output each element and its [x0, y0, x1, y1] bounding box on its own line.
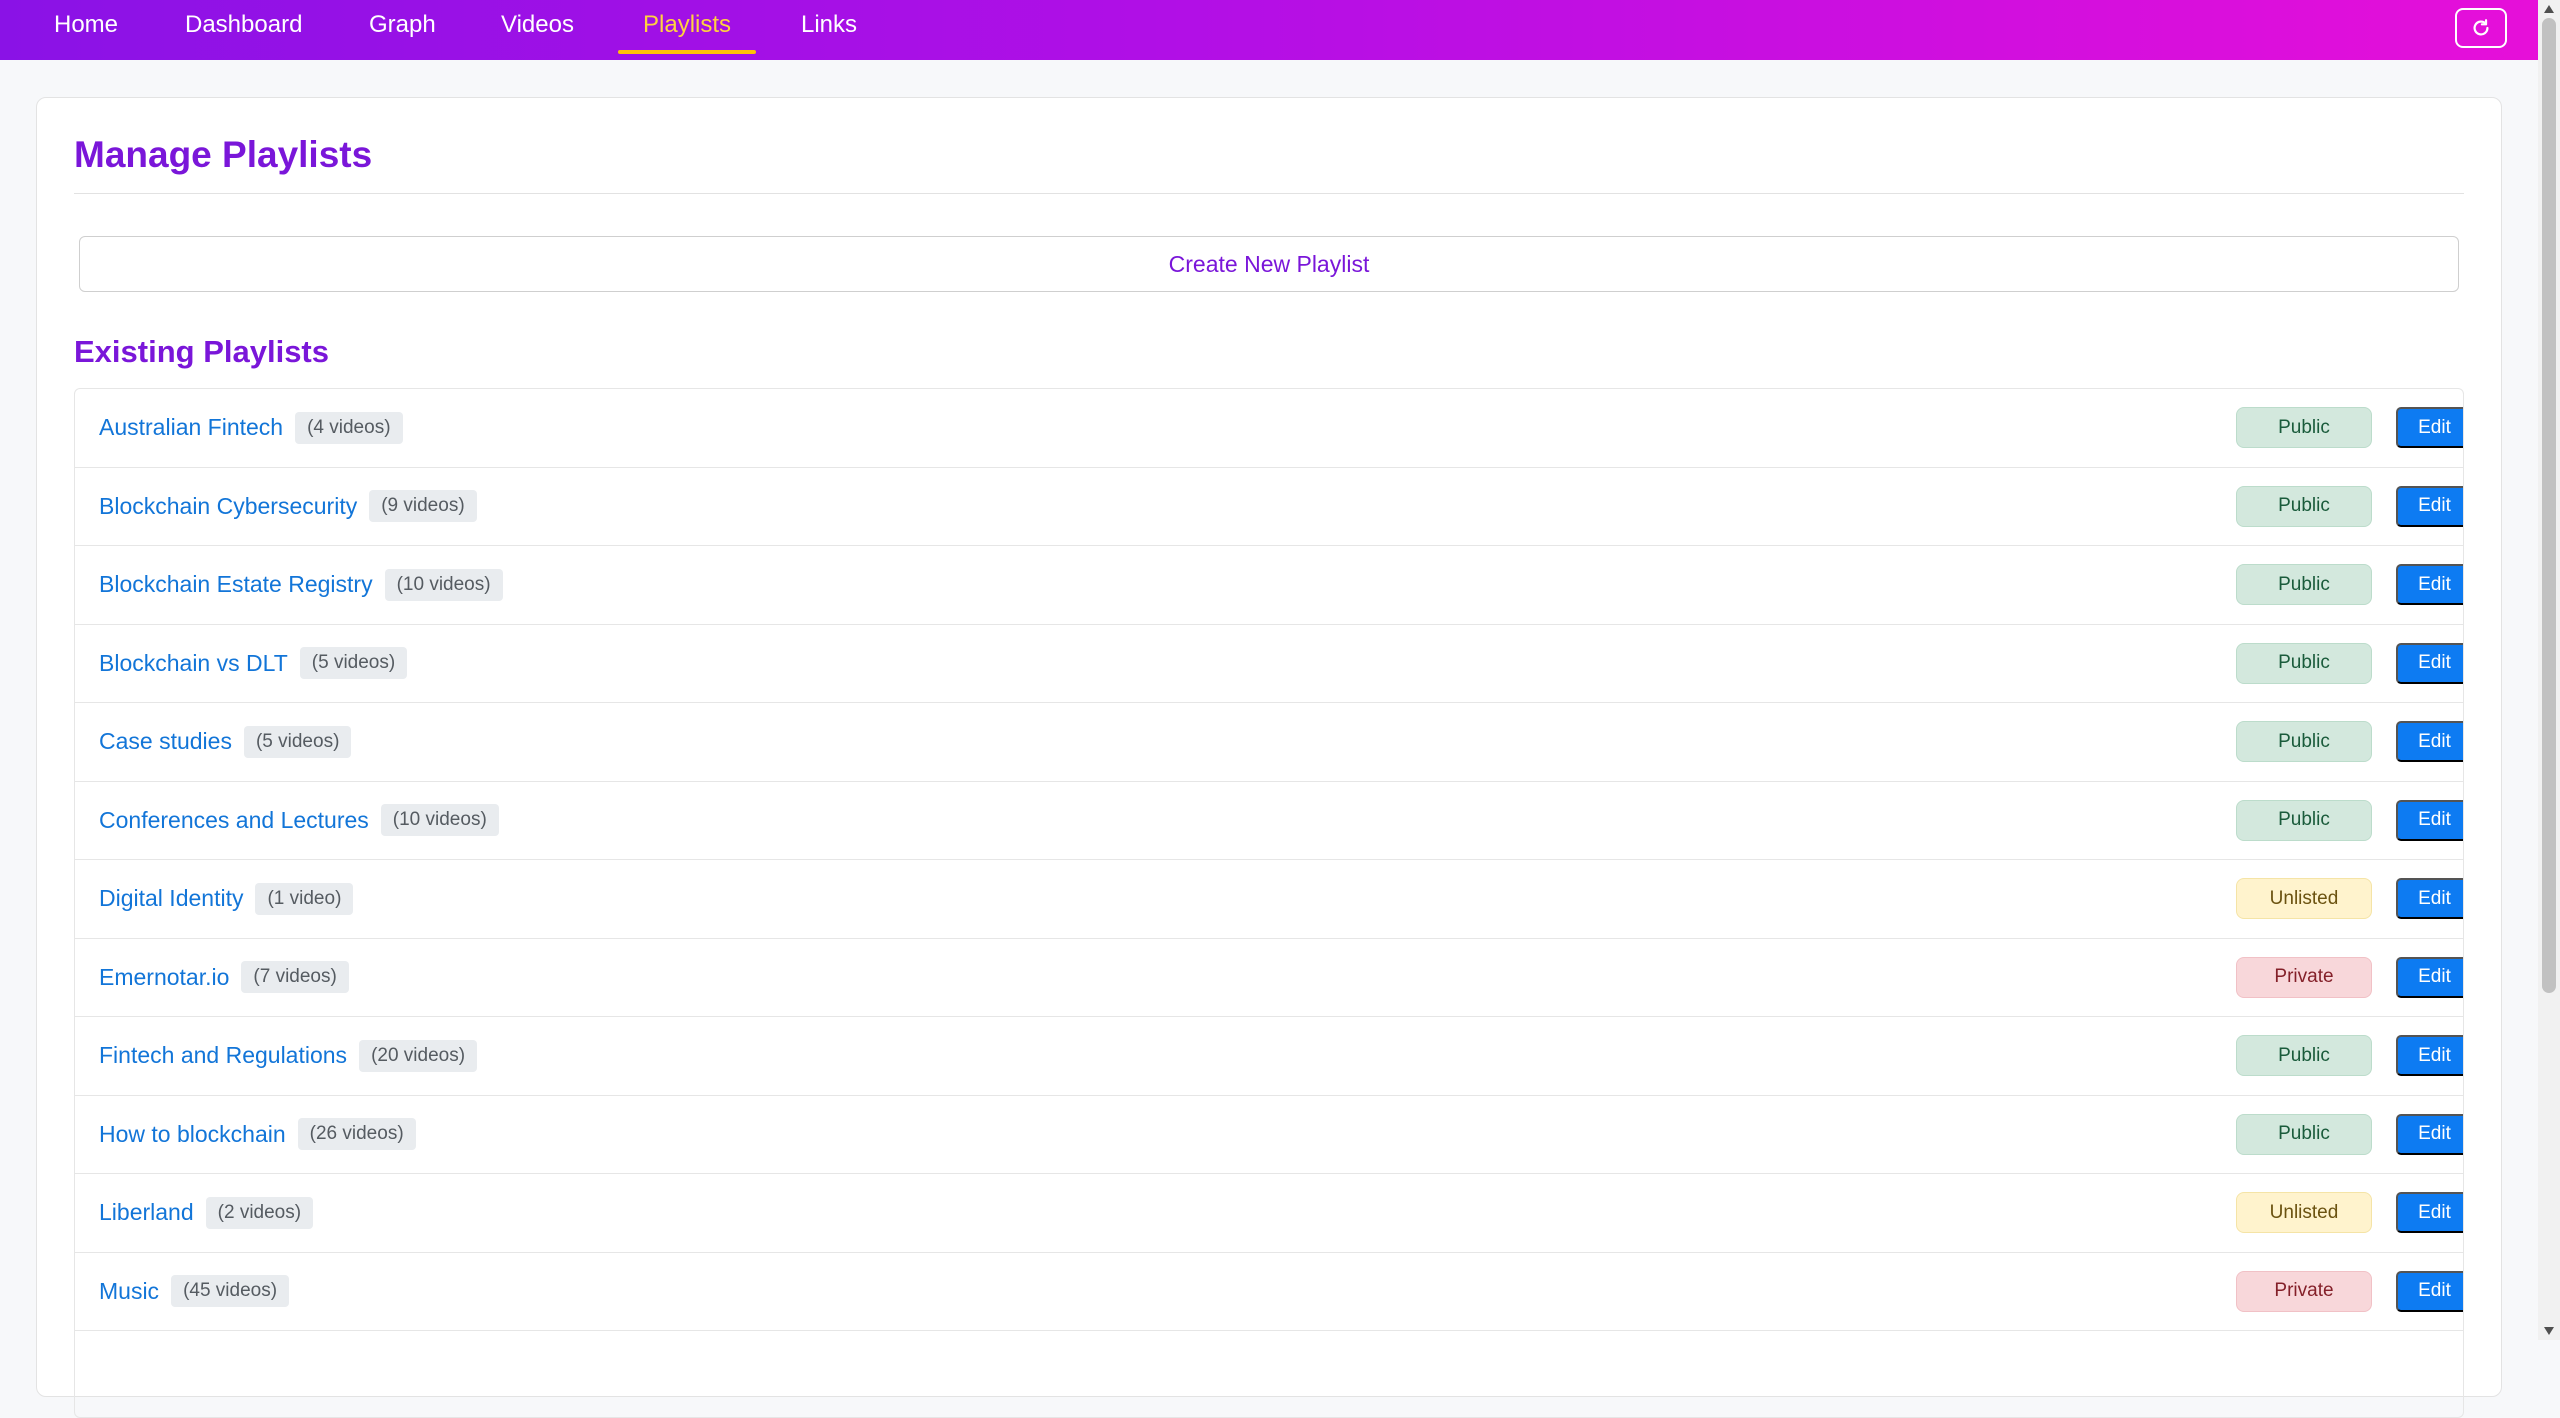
visibility-status-badge: Unlisted [2236, 1192, 2372, 1233]
playlist-row: Conferences and Lectures (10 videos) Publi… [75, 782, 2463, 860]
scrollbar-thumb[interactable] [2542, 18, 2556, 993]
nav-links[interactable]: Links [776, 0, 882, 54]
edit-playlist-button[interactable]: Edit [2396, 564, 2463, 605]
visibility-status-badge: Public [2236, 407, 2372, 448]
playlist-name-link[interactable]: Conferences and Lectures [99, 807, 369, 834]
edit-playlist-button[interactable]: Edit [2396, 721, 2463, 762]
playlist-name-link[interactable]: Music [99, 1278, 159, 1305]
nav-graph[interactable]: Graph [344, 0, 461, 54]
video-count-badge: (45 videos) [171, 1275, 290, 1308]
playlist-name-link[interactable]: Blockchain vs DLT [99, 650, 288, 677]
video-count-badge: (4 videos) [295, 411, 403, 444]
video-count-badge: (10 videos) [380, 804, 499, 837]
playlist-row: Blockchain vs DLT (5 videos) Public Edit [75, 625, 2463, 703]
playlist-name-link[interactable]: Liberland [99, 1199, 194, 1226]
video-count-badge: (20 videos) [359, 1039, 478, 1072]
playlist-row: Music (45 videos) Private Edit [75, 1253, 2463, 1331]
visibility-status-badge: Public [2236, 1113, 2372, 1155]
title-divider [74, 193, 2464, 194]
visibility-status-badge: Public [2236, 799, 2372, 841]
refresh-icon [2473, 19, 2489, 36]
visibility-status-badge: Public [2236, 642, 2372, 684]
playlist-row: Liberland (2 videos) Unlisted Edit [75, 1174, 2463, 1253]
playlist-row: Australian Fintech (4 videos) Public Edit [75, 389, 2463, 468]
video-count-badge: (10 videos) [384, 568, 503, 601]
existing-playlists-heading: Existing Playlists [74, 334, 329, 369]
playlist-row: Blockchain Cybersecurity (9 videos) Public… [75, 468, 2463, 546]
video-count-badge: (5 videos) [243, 725, 352, 758]
video-count-badge: (1 video) [255, 882, 354, 915]
video-count-badge: (26 videos) [297, 1118, 416, 1151]
edit-playlist-button[interactable]: Edit [2396, 956, 2463, 998]
playlist-name-link[interactable]: Fintech and Regulations [99, 1042, 347, 1069]
playlist-name-link[interactable]: Emernotar.io [99, 964, 229, 991]
playlist-row: Blockchain Estate Registry (10 videos) Pub… [75, 546, 2463, 625]
playlist-name-link[interactable]: Blockchain Estate Registry [99, 571, 373, 598]
playlist-name-link[interactable]: How to blockchain [99, 1121, 286, 1148]
visibility-status-badge: Private [2236, 956, 2372, 998]
visibility-status-badge: Public [2236, 485, 2372, 527]
scroll-down-arrow-icon[interactable] [2542, 1324, 2556, 1338]
playlist-row: Emernotar.io (7 videos) Private Edit [75, 939, 2463, 1017]
playlist-row: Fintech and Regulations (20 videos) Public… [75, 1017, 2463, 1096]
visibility-status-badge: Private [2236, 1270, 2372, 1312]
playlist-name-link[interactable]: Case studies [99, 728, 232, 755]
nav-home[interactable]: Home [29, 0, 143, 54]
nav-videos[interactable]: Videos [476, 0, 599, 54]
edit-playlist-button[interactable]: Edit [2396, 799, 2463, 841]
visibility-status-badge: Public [2236, 564, 2372, 605]
video-count-badge: (5 videos) [299, 647, 408, 680]
manage-playlists-card: Manage Playlists Create New Playlist Exi… [36, 97, 2502, 1418]
playlist-row: Digital Identity (1 video) Unlisted Edit [75, 860, 2463, 939]
video-count-badge: (7 videos) [241, 961, 349, 994]
edit-playlist-button[interactable]: Edit [2396, 407, 2463, 448]
video-count-badge: (9 videos) [369, 490, 477, 523]
edit-playlist-button[interactable]: Edit [2396, 1113, 2463, 1155]
playlist-name-link[interactable]: Australian Fintech [99, 414, 283, 441]
nav-dashboard[interactable]: Dashboard [160, 0, 327, 54]
playlist-row: Case studies (5 videos) Public Edit [75, 703, 2463, 782]
visibility-status-badge: Public [2236, 721, 2372, 762]
nav-playlists[interactable]: Playlists [618, 0, 757, 54]
refresh-button[interactable] [2455, 8, 2507, 48]
page-title: Manage Playlists [74, 134, 373, 175]
playlist-name-link[interactable]: Digital Identity [99, 885, 243, 912]
video-count-badge: (2 videos) [205, 1196, 314, 1229]
playlist-row: How to blockchain (26 videos) Public Edit [75, 1096, 2463, 1174]
edit-playlist-button[interactable]: Edit [2396, 1192, 2463, 1233]
visibility-status-badge: Public [2236, 1035, 2372, 1076]
top-navbar: Home Dashboard Graph Videos Playlists Li… [0, 0, 2538, 60]
scroll-up-arrow-icon[interactable] [2542, 2, 2556, 16]
playlist-list: Australian Fintech (4 videos) Public Edit Bl… [74, 388, 2464, 1418]
page-scrollbar[interactable] [2538, 0, 2560, 1340]
edit-playlist-button[interactable]: Edit [2396, 1270, 2463, 1312]
edit-playlist-button[interactable]: Edit [2396, 485, 2463, 527]
edit-playlist-button[interactable]: Edit [2396, 878, 2463, 919]
playlist-name-link[interactable]: Blockchain Cybersecurity [99, 493, 357, 520]
edit-playlist-button[interactable]: Edit [2396, 1035, 2463, 1076]
edit-playlist-button[interactable]: Edit [2396, 642, 2463, 684]
create-playlist-button[interactable]: Create New Playlist [79, 236, 2459, 292]
visibility-status-badge: Unlisted [2236, 878, 2372, 919]
